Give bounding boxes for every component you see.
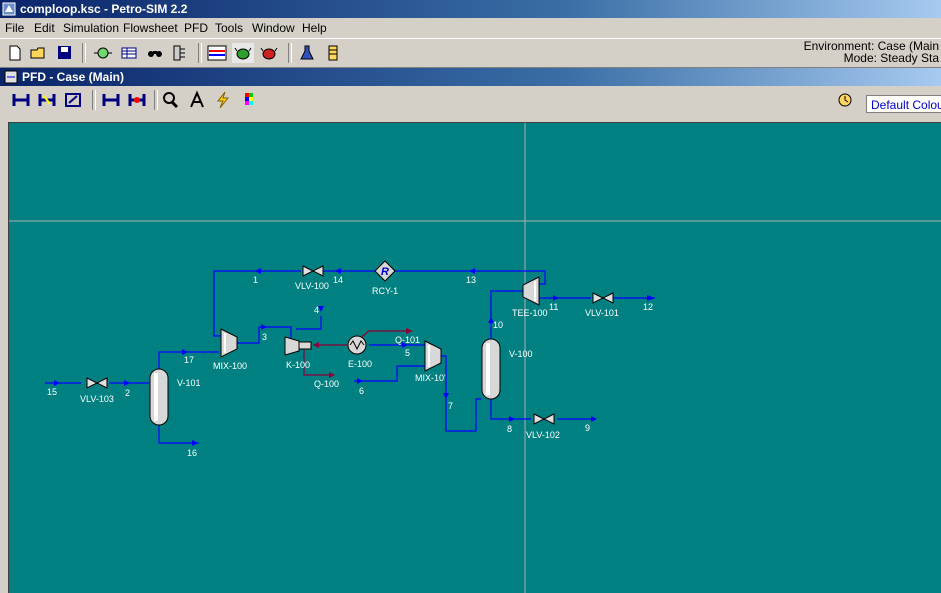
label-stream-9: 9 xyxy=(585,423,590,433)
pfd-window-title-bar: PFD - Case (Main) xyxy=(0,68,941,86)
label-stream-2: 2 xyxy=(125,388,130,398)
menu-flowsheet[interactable]: Flowsheet xyxy=(123,21,178,35)
menu-tools[interactable]: Tools xyxy=(215,21,243,35)
open-icon[interactable] xyxy=(28,43,50,63)
menu-file[interactable]: File xyxy=(5,21,24,35)
label-stream-6: 6 xyxy=(359,386,364,396)
recycle-symbol: R xyxy=(381,266,389,278)
toolbar-separator xyxy=(82,43,86,63)
label-mix101: MIX-10' xyxy=(415,373,446,383)
stream-16[interactable] xyxy=(158,421,199,444)
main-toolbar xyxy=(0,38,941,68)
label-vlv102: VLV-102 xyxy=(526,430,560,440)
toolbar-separator xyxy=(154,90,158,110)
object-navigator-icon[interactable] xyxy=(168,43,190,63)
zoom-glass-icon[interactable] xyxy=(160,90,182,110)
label-stream-11: 11 xyxy=(549,302,558,312)
pfd-canvas[interactable]: R 15 VLV-103 2 V-101 16 17 MIX-100 1 3 4… xyxy=(8,122,941,593)
pfd-labels: 15 VLV-103 2 V-101 16 17 MIX-100 1 3 4 K… xyxy=(47,275,653,458)
mixer-mix101[interactable] xyxy=(424,340,442,372)
label-stream-17: 17 xyxy=(184,355,194,365)
label-stream-10: 10 xyxy=(493,320,503,330)
flask-icon[interactable] xyxy=(296,43,318,63)
workbook-icon[interactable] xyxy=(118,43,140,63)
menu-window[interactable]: Window xyxy=(252,21,295,35)
label-vlv101: VLV-101 xyxy=(585,308,619,318)
label-vlv100: VLV-100 xyxy=(295,281,329,291)
valve-vlv102[interactable] xyxy=(533,413,555,425)
simulation-basis-icon[interactable] xyxy=(92,43,114,63)
pfd-toolbar xyxy=(0,86,941,118)
label-stream-5: 5 xyxy=(405,348,410,358)
menu-edit[interactable]: Edit xyxy=(34,21,55,35)
valve-vlv100[interactable] xyxy=(302,265,324,277)
column-icon[interactable] xyxy=(322,43,344,63)
pfd-window-icon xyxy=(4,70,18,84)
compressor-k100[interactable] xyxy=(284,336,312,356)
label-stream-8: 8 xyxy=(507,424,512,434)
solver-active-icon[interactable] xyxy=(232,43,254,63)
menu-simulation[interactable]: Simulation xyxy=(63,21,119,35)
zoom-fit-icon[interactable] xyxy=(62,90,84,110)
label-stream-14: 14 xyxy=(333,275,343,285)
separator-v101[interactable] xyxy=(149,368,169,426)
colour-scheme-icon[interactable] xyxy=(834,90,856,110)
pfd-diagram: R 15 VLV-103 2 V-101 16 17 MIX-100 1 3 4… xyxy=(9,123,941,593)
new-icon[interactable] xyxy=(4,43,26,63)
label-mix100: MIX-100 xyxy=(213,361,247,371)
window-title: comploop.ksc - Petro-SIM 2.2 xyxy=(20,2,188,16)
label-k100: K-100 xyxy=(286,360,310,370)
menu-help[interactable]: Help xyxy=(302,21,327,35)
mode-label: Mode: Steady Sta xyxy=(843,51,939,65)
label-tee100: TEE-100 xyxy=(512,308,548,318)
app-title-bar: comploop.ksc - Petro-SIM 2.2 xyxy=(0,0,941,18)
menu-pfd[interactable]: PFD xyxy=(184,21,208,35)
valve-vlv103[interactable] xyxy=(86,377,108,389)
pfd-window-title: PFD - Case (Main) xyxy=(22,70,125,84)
label-stream-1: 1 xyxy=(253,275,258,285)
label-v101: V-101 xyxy=(177,378,201,388)
solver-hold-icon[interactable] xyxy=(258,43,280,63)
find-icon[interactable] xyxy=(144,43,166,63)
valve-vlv101[interactable] xyxy=(592,292,614,304)
toolbar-separator xyxy=(288,43,292,63)
save-icon[interactable] xyxy=(54,43,76,63)
colour-scheme-select[interactable]: Default Colour xyxy=(866,95,941,113)
pfd-icon[interactable] xyxy=(206,43,228,63)
zoom-in-icon[interactable] xyxy=(36,90,58,110)
label-stream-7: 7 xyxy=(448,401,453,411)
label-stream-13: 13 xyxy=(466,275,476,285)
label-vlv103: VLV-103 xyxy=(80,394,114,404)
text-annotation-icon[interactable] xyxy=(186,90,208,110)
label-rcy1: RCY-1 xyxy=(372,286,398,296)
label-stream-4: 4 xyxy=(314,305,319,315)
attach-mode-icon[interactable] xyxy=(100,90,122,110)
separator-v100[interactable] xyxy=(481,338,501,400)
label-stream-12: 12 xyxy=(643,302,653,312)
auto-position-icon[interactable] xyxy=(126,90,148,110)
lightning-icon[interactable] xyxy=(212,90,234,110)
menu-bar: File Edit Simulation Flowsheet PFD Tools… xyxy=(0,18,941,38)
heater-e100[interactable] xyxy=(347,335,367,355)
label-q101: Q-101 xyxy=(395,335,420,345)
size-mode-icon[interactable] xyxy=(10,90,32,110)
label-v100: V-100 xyxy=(509,349,533,359)
toolbar-separator xyxy=(92,90,96,110)
recycle-rcy1[interactable]: R xyxy=(374,260,396,282)
label-e100: E-100 xyxy=(348,359,372,369)
app-icon xyxy=(2,2,16,16)
palette-icon[interactable] xyxy=(238,90,260,110)
toolbar-separator xyxy=(198,43,202,63)
label-stream-16: 16 xyxy=(187,448,197,458)
stream-4[interactable] xyxy=(296,316,322,330)
label-stream-15: 15 xyxy=(47,387,57,397)
environment-status: Environment: Case (Main Mode: Steady Sta xyxy=(804,40,939,64)
mixer-mix100[interactable] xyxy=(220,328,238,358)
label-q100: Q-100 xyxy=(314,379,339,389)
label-stream-3: 3 xyxy=(262,332,267,342)
